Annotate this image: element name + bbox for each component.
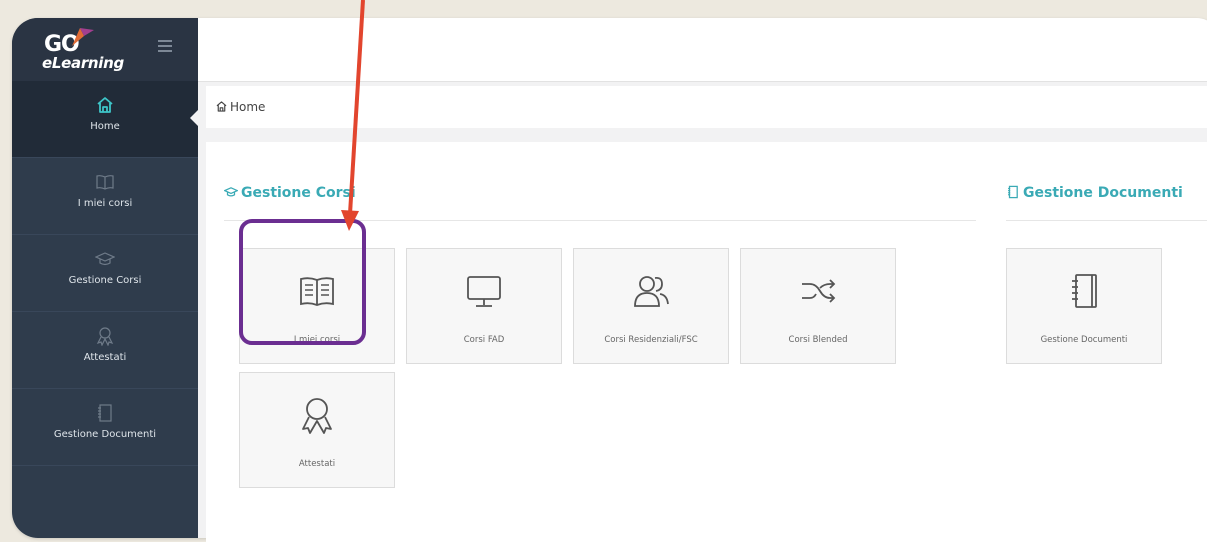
pointer-arrow-icon [341, 0, 365, 231]
